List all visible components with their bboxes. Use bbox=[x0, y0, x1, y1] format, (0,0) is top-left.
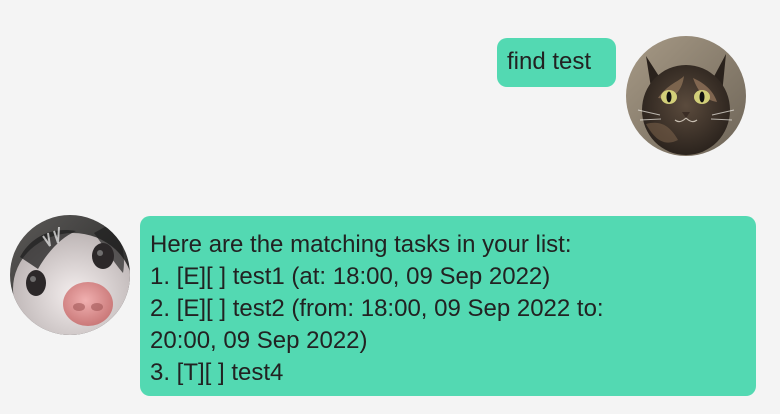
possum-photo-avatar-icon bbox=[10, 215, 130, 335]
bot-message-line: 3. [T][ ] test4 bbox=[150, 359, 284, 386]
chat-window: find test Here are the matching tasks in… bbox=[0, 0, 780, 414]
bot-message-line: Here are the matching tasks in your list… bbox=[150, 231, 572, 258]
user-avatar bbox=[626, 36, 746, 156]
cat-photo-avatar-icon bbox=[626, 36, 746, 156]
bot-message-line: 20:00, 09 Sep 2022) bbox=[150, 327, 368, 354]
user-message-bubble: find test bbox=[497, 38, 616, 87]
bot-avatar bbox=[10, 215, 130, 335]
bot-message-bubble: Here are the matching tasks in your list… bbox=[140, 216, 756, 396]
bot-message-line: 1. [E][ ] test1 (at: 18:00, 09 Sep 2022) bbox=[150, 263, 551, 290]
user-message-text: find test bbox=[507, 48, 592, 75]
bot-message-line: 2. [E][ ] test2 (from: 18:00, 09 Sep 202… bbox=[150, 295, 604, 322]
